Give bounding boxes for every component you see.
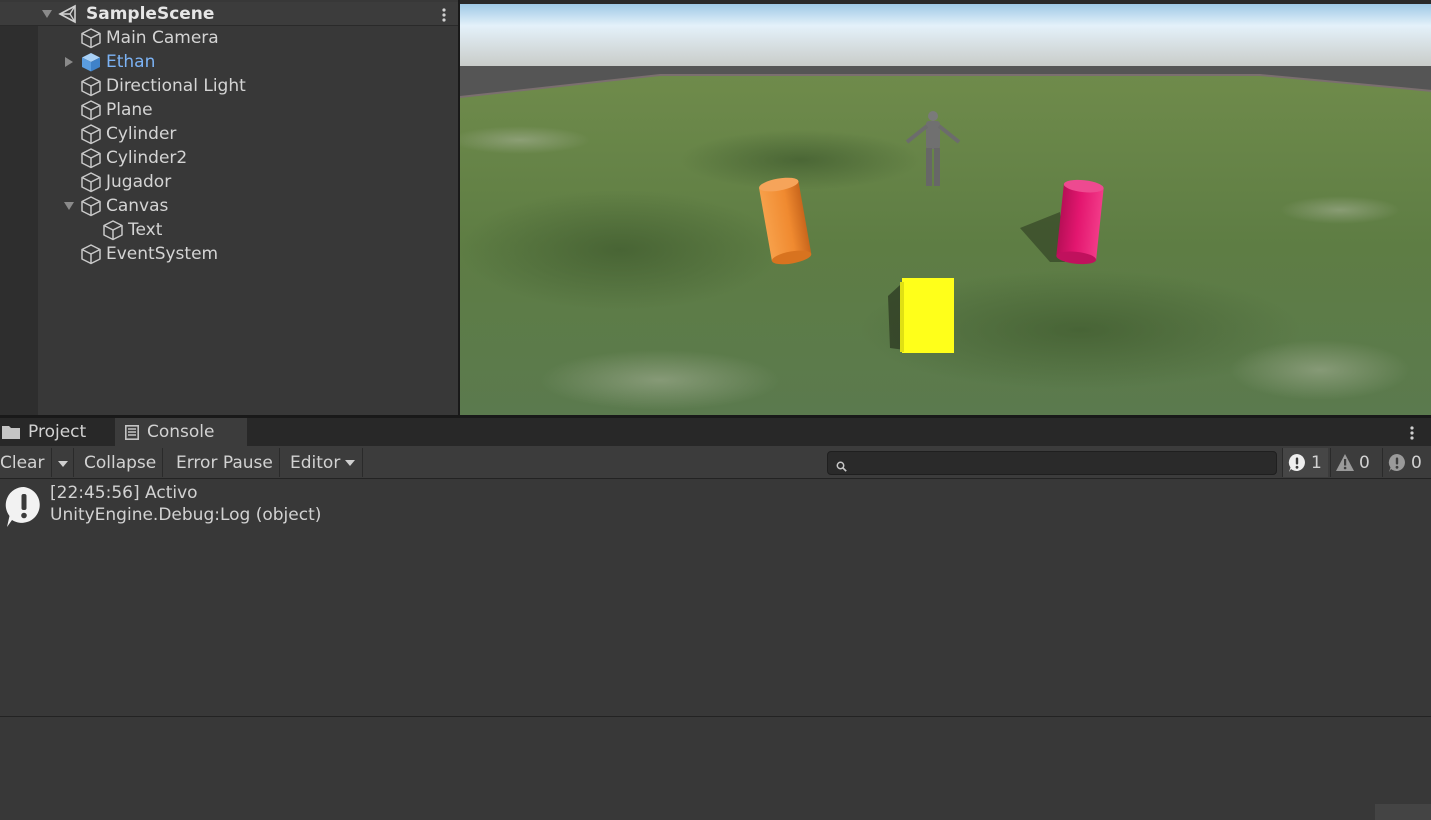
console-detail-area [0, 717, 1431, 820]
gameobject-cube-icon [80, 171, 102, 193]
scene-view-topbar [460, 0, 1431, 4]
hierarchy-item-label: Directional Light [106, 76, 246, 96]
hierarchy-item-label: Jugador [106, 172, 172, 192]
hierarchy-item[interactable]: Text [84, 218, 162, 242]
hierarchy-panel: SampleScene Main Camera Ethan Directional … [0, 0, 458, 415]
hierarchy-item-label: Plane [106, 100, 153, 120]
scene-render[interactable] [460, 0, 1431, 415]
scene-view[interactable] [458, 0, 1431, 415]
hierarchy-item[interactable]: Plane [62, 98, 153, 122]
hierarchy-item[interactable]: Ethan [62, 50, 155, 74]
scene-name: SampleScene [86, 4, 215, 24]
yellow-cube[interactable] [900, 278, 954, 353]
tab-console[interactable]: Console [115, 418, 247, 446]
gameobject-cube-icon [80, 99, 102, 121]
collapse-toggle[interactable]: Collapse [78, 448, 164, 477]
log-count: 1 [1311, 452, 1322, 473]
warning-count: 0 [1359, 452, 1370, 473]
folder-icon [2, 425, 20, 439]
error-count-toggle[interactable]: 0 [1382, 448, 1431, 477]
collapse-toggle-label: Collapse [84, 452, 157, 473]
clear-button-label: Clear [0, 452, 45, 473]
prefab-cube-icon [80, 51, 102, 73]
gameobject-cube-icon [80, 123, 102, 145]
clear-options-dropdown[interactable] [52, 448, 74, 477]
log-count-toggle[interactable]: 1 [1282, 448, 1328, 477]
tab-project-label: Project [28, 422, 87, 442]
hierarchy-item[interactable]: Main Camera [62, 26, 219, 50]
gameobject-cube-icon [80, 75, 102, 97]
hierarchy-item-label: Text [128, 220, 163, 240]
gameobject-cube-icon [80, 195, 102, 217]
info-icon [1287, 453, 1311, 473]
unity-scene-icon [58, 4, 78, 24]
error-pause-toggle[interactable]: Error Pause [170, 448, 280, 477]
hierarchy-item[interactable]: Canvas [62, 194, 168, 218]
gameobject-cube-icon [80, 147, 102, 169]
search-input[interactable] [827, 451, 1277, 475]
editor-dropdown[interactable]: Editor [284, 448, 364, 477]
hierarchy-item[interactable]: Jugador [62, 170, 171, 194]
hierarchy-item[interactable]: Cylinder2 [62, 146, 187, 170]
error-icon [1387, 453, 1411, 473]
hierarchy-item-label: Canvas [106, 196, 169, 216]
kebab-menu-icon[interactable] [1410, 426, 1414, 440]
hierarchy-gutter [0, 26, 38, 415]
warning-icon [1335, 453, 1359, 472]
tab-console-label: Console [147, 422, 215, 442]
console-icon [125, 424, 139, 440]
hierarchy-item-label: Cylinder2 [106, 148, 188, 168]
gameobject-cube-icon [80, 243, 102, 265]
log-entry-message: [22:45:56] Activo [50, 483, 198, 503]
chevron-right-icon[interactable] [62, 55, 76, 69]
hierarchy-item-label: Cylinder [106, 124, 177, 144]
hierarchy-item[interactable]: Cylinder [62, 122, 176, 146]
console-toolbar: Clear Collapse Error Pause Editor 1 0 0 [0, 446, 1431, 479]
hierarchy-item[interactable]: Directional Light [62, 74, 246, 98]
gameobject-cube-icon [80, 27, 102, 49]
chevron-down-icon[interactable] [40, 7, 54, 21]
error-count: 0 [1411, 452, 1422, 473]
search-icon [836, 458, 847, 472]
clear-button[interactable]: Clear [0, 448, 52, 477]
hierarchy-item-label: Ethan [106, 52, 156, 72]
console-log-list: [22:45:56] Activo UnityEngine.Debug:Log … [0, 480, 1431, 716]
resize-handle[interactable] [1375, 804, 1431, 820]
chevron-down-icon [344, 459, 356, 467]
bottom-tabbar: Project Console [0, 418, 1431, 446]
error-pause-label: Error Pause [176, 452, 273, 473]
scene-header-row[interactable]: SampleScene [0, 2, 458, 26]
editor-dropdown-label: Editor [290, 452, 341, 473]
chevron-down-icon [57, 453, 69, 473]
hierarchy-item-label: Main Camera [106, 28, 219, 48]
tab-project[interactable]: Project [0, 418, 96, 446]
chevron-down-icon[interactable] [62, 199, 76, 213]
hierarchy-item-label: EventSystem [106, 244, 219, 264]
hierarchy-item[interactable]: EventSystem [62, 242, 218, 266]
log-entry-stacktrace: UnityEngine.Debug:Log (object) [50, 505, 322, 525]
log-entry[interactable]: [22:45:56] Activo UnityEngine.Debug:Log … [0, 482, 1431, 528]
kebab-menu-icon[interactable] [442, 8, 446, 22]
gameobject-cube-icon [102, 219, 124, 241]
info-message-icon [4, 486, 44, 528]
warning-count-toggle[interactable]: 0 [1330, 448, 1380, 477]
